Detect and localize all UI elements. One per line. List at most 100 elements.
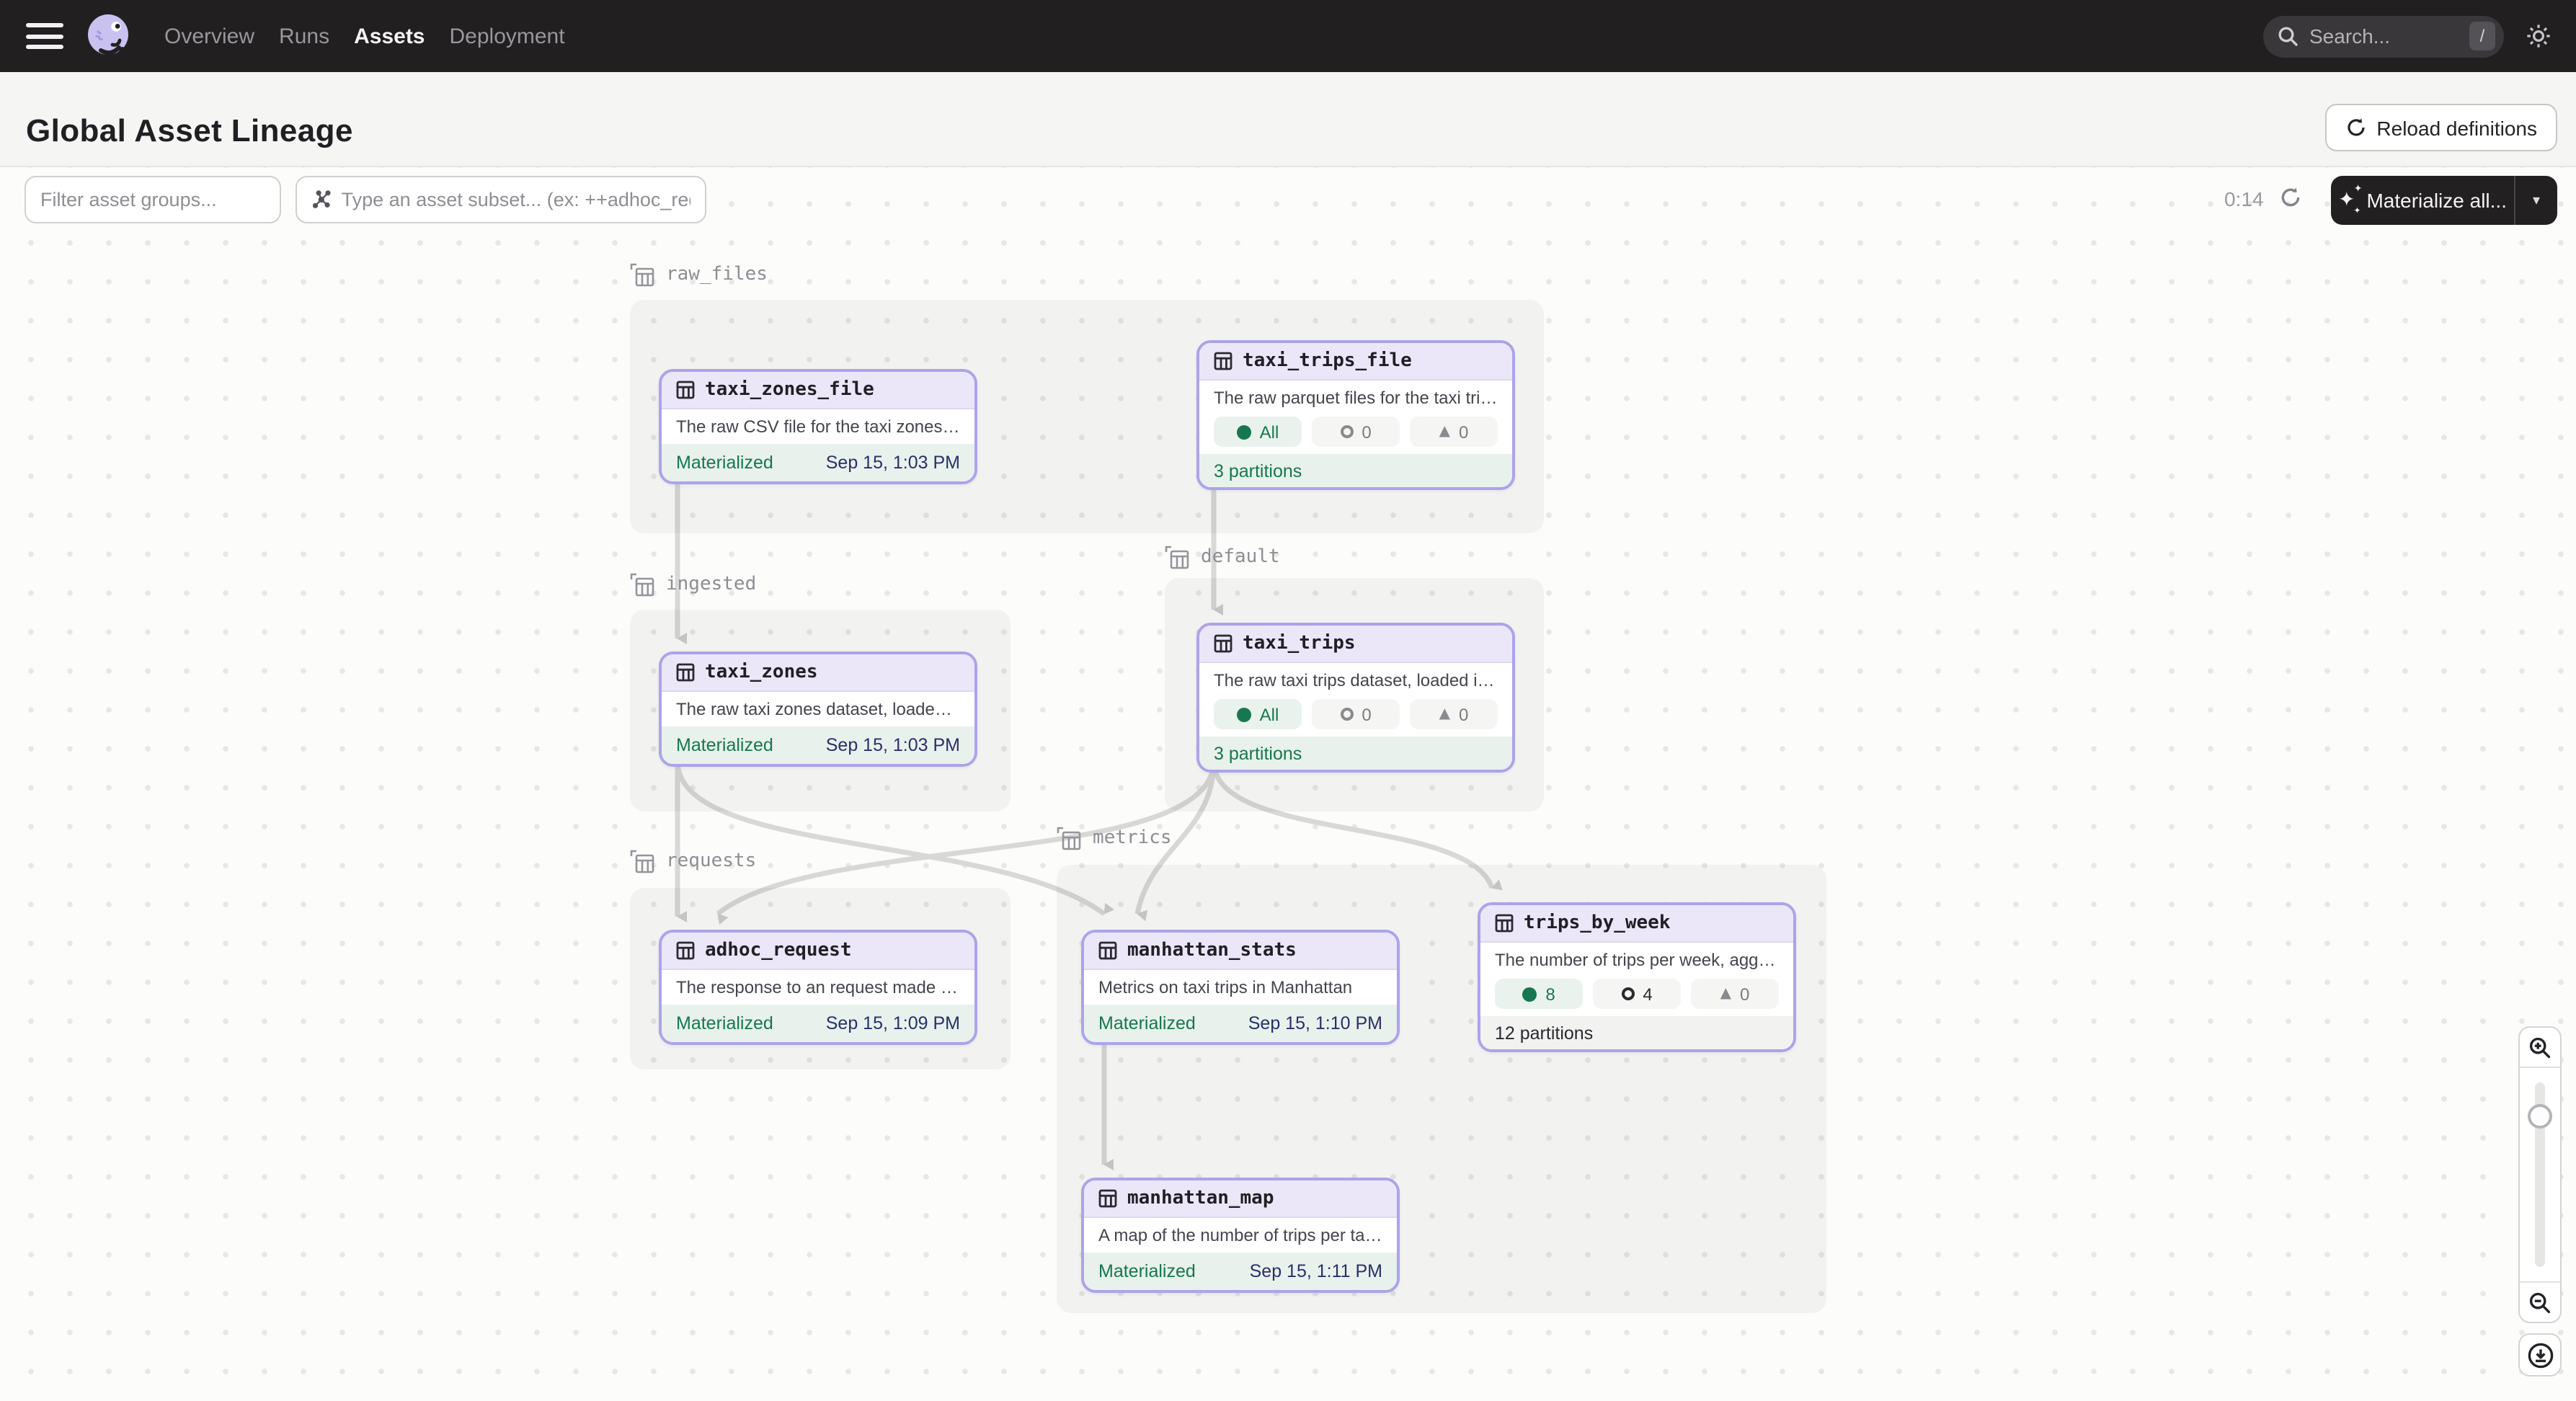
filter-asset-groups-field[interactable] — [40, 189, 265, 210]
nav-item-deployment[interactable]: Deployment — [450, 24, 565, 48]
partitions-footer: 3 partitions — [1199, 737, 1512, 770]
materialized-partitions-badge[interactable]: All — [1214, 417, 1302, 447]
asset-node-manhattan-stats[interactable]: manhattan_stats Metrics on taxi trips in… — [1081, 930, 1400, 1045]
asset-title: taxi_zones_file — [705, 379, 874, 401]
failed-partitions-badge[interactable]: 0 — [1312, 417, 1400, 447]
status-badge: Materialized — [676, 735, 773, 755]
refresh-timer: 0:14 — [2224, 187, 2264, 210]
partition-health-badges: 8 4 ▲0 — [1480, 977, 1793, 1016]
nav-item-runs[interactable]: Runs — [279, 24, 329, 48]
stacked-tables-icon — [630, 262, 654, 287]
zoom-slider[interactable] — [2520, 1067, 2560, 1283]
missing-partitions-badge[interactable]: ▲0 — [1691, 979, 1779, 1009]
stacked-tables-icon — [1057, 826, 1081, 850]
partitions-footer: 12 partitions — [1480, 1016, 1793, 1049]
asset-title: manhattan_stats — [1127, 940, 1297, 961]
search-icon — [2278, 26, 2298, 46]
asset-node-taxi-zones-file[interactable]: taxi_zones_file The raw CSV file for the… — [659, 369, 977, 484]
materialization-time: Sep 15, 1:03 PM — [826, 453, 960, 473]
table-icon — [1495, 914, 1514, 933]
settings-gear-icon[interactable] — [2524, 22, 2553, 50]
dagster-logo-icon[interactable] — [84, 12, 133, 61]
lineage-canvas[interactable]: 0:14 ✦✦✦ Materialize all... ▾ — [0, 167, 2576, 1401]
zoom-out-button[interactable] — [2520, 1283, 2560, 1322]
stacked-tables-icon — [1165, 545, 1189, 569]
asset-node-adhoc-request[interactable]: adhoc_request The response to an request… — [659, 930, 977, 1045]
group-label-ingested[interactable]: ingested — [630, 572, 756, 597]
asset-description: Metrics on taxi trips in Manhattan — [1084, 970, 1397, 1005]
group-label-metrics[interactable]: metrics — [1057, 826, 1172, 850]
failed-partitions-badge[interactable]: 4 — [1593, 979, 1681, 1009]
top-navbar: Overview Runs Assets Deployment Search..… — [0, 0, 2576, 72]
group-label-raw-files[interactable]: raw_files — [630, 262, 768, 287]
download-image-button[interactable] — [2518, 1333, 2562, 1376]
asset-description: The raw parquet files for the taxi trips… — [1199, 381, 1512, 415]
materialization-time: Sep 15, 1:10 PM — [1248, 1013, 1382, 1033]
partitions-footer: 3 partitions — [1199, 454, 1512, 487]
materialize-all-button[interactable]: ✦✦✦ Materialize all... ▾ — [2331, 176, 2557, 225]
group-label-default[interactable]: default — [1165, 545, 1280, 569]
zoom-in-button[interactable] — [2520, 1028, 2560, 1067]
asset-description: The raw taxi trips dataset, loaded into … — [1199, 663, 1512, 698]
hamburger-menu-icon[interactable] — [26, 23, 63, 49]
reload-definitions-button[interactable]: Reload definitions — [2324, 104, 2557, 151]
asset-title: taxi_trips — [1243, 633, 1356, 654]
asset-subset-field[interactable] — [342, 189, 690, 210]
filter-asset-groups-input[interactable] — [25, 176, 281, 223]
search-placeholder: Search... — [2309, 25, 2469, 48]
missing-partitions-badge[interactable]: ▲0 — [1410, 417, 1498, 447]
failed-partitions-badge[interactable]: 0 — [1312, 699, 1400, 729]
nav-item-assets[interactable]: Assets — [354, 24, 425, 48]
asset-description: The response to an request made in th... — [662, 970, 974, 1005]
search-shortcut-key: / — [2469, 22, 2495, 50]
ring-icon — [1340, 425, 1353, 438]
refresh-graph-icon[interactable] — [2279, 186, 2302, 209]
table-icon — [1098, 941, 1117, 960]
table-icon — [1098, 1189, 1117, 1208]
asset-title: taxi_trips_file — [1243, 350, 1412, 372]
asset-node-taxi-trips[interactable]: taxi_trips The raw taxi trips dataset, l… — [1196, 623, 1515, 773]
asset-status-footer: Materialized Sep 15, 1:11 PM — [1084, 1253, 1397, 1290]
asset-node-taxi-trips-file[interactable]: taxi_trips_file The raw parquet files fo… — [1196, 340, 1515, 490]
triangle-icon: ▲ — [1439, 706, 1450, 722]
asset-node-taxi-zones[interactable]: taxi_zones The raw taxi zones dataset, l… — [659, 651, 977, 767]
page-title: Global Asset Lineage — [26, 112, 353, 150]
asset-description: The raw taxi zones dataset, loaded int..… — [662, 692, 974, 726]
materialization-time: Sep 15, 1:09 PM — [826, 1013, 960, 1033]
status-badge: Materialized — [676, 453, 773, 473]
status-badge: Materialized — [1098, 1261, 1196, 1281]
status-badge: Materialized — [676, 1013, 773, 1033]
materialize-dropdown-caret[interactable]: ▾ — [2514, 176, 2557, 225]
asset-node-manhattan-map[interactable]: manhattan_map A map of the number of tri… — [1081, 1178, 1400, 1293]
nav-item-overview[interactable]: Overview — [164, 24, 254, 48]
triangle-icon: ▲ — [1720, 986, 1731, 1002]
zoom-slider-knob[interactable] — [2528, 1104, 2552, 1129]
sparkle-icon: ✦✦✦ — [2338, 190, 2355, 210]
partition-health-badges: All 0 ▲0 — [1199, 415, 1512, 454]
stacked-tables-icon — [630, 572, 654, 597]
asset-title: manhattan_map — [1127, 1188, 1274, 1209]
magnifier-plus-icon — [2528, 1036, 2551, 1059]
status-badge: Materialized — [1098, 1013, 1196, 1033]
export-circle-icon — [2526, 1341, 2554, 1369]
dagster-global-asset-lineage: Overview Runs Assets Deployment Search..… — [0, 0, 2576, 1401]
asset-title: taxi_zones — [705, 662, 818, 683]
asset-description: The number of trips per week, aggreg... — [1480, 943, 1793, 977]
missing-partitions-badge[interactable]: ▲0 — [1410, 699, 1498, 729]
global-search-input[interactable]: Search... / — [2263, 15, 2504, 57]
group-label-requests[interactable]: requests — [630, 849, 756, 873]
asset-subset-input[interactable] — [296, 176, 706, 223]
materialized-partitions-badge[interactable]: All — [1214, 699, 1302, 729]
nav-links: Overview Runs Assets Deployment — [164, 24, 565, 48]
materialization-time: Sep 15, 1:11 PM — [1250, 1261, 1382, 1281]
stacked-tables-icon — [630, 849, 654, 873]
asset-status-footer: Materialized Sep 15, 1:10 PM — [1084, 1005, 1397, 1042]
asset-title: trips_by_week — [1524, 912, 1671, 934]
table-icon — [1214, 352, 1233, 370]
materialized-partitions-badge[interactable]: 8 — [1495, 979, 1583, 1009]
asset-status-footer: Materialized Sep 15, 1:03 PM — [662, 726, 974, 764]
ring-icon — [1621, 987, 1634, 1000]
ring-icon — [1340, 708, 1353, 721]
refresh-icon — [2345, 117, 2366, 138]
asset-node-trips-by-week[interactable]: trips_by_week The number of trips per we… — [1478, 902, 1796, 1052]
